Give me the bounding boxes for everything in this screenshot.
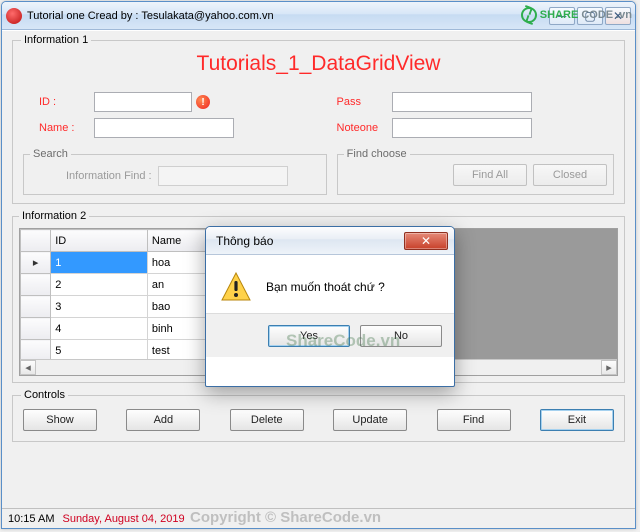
search-group: Search Information Find : (23, 148, 327, 195)
window-title: Tutorial one Cread by : Tesulakata@yahoo… (27, 10, 549, 22)
confirm-dialog: Thông báo ✕ Bạn muốn thoát chứ ? Yes No (205, 226, 455, 387)
row-indicator-icon: ▸ (21, 252, 51, 274)
info-find-input (158, 166, 288, 186)
dialog-title: Thông báo (216, 234, 404, 248)
find-button[interactable]: Find (437, 409, 511, 431)
col-header-id[interactable]: ID (51, 230, 148, 252)
warning-icon (220, 271, 252, 303)
status-date: Sunday, August 04, 2019 (62, 513, 184, 525)
info-find-label: Information Find : (66, 170, 152, 182)
page-headline: Tutorials_1_DataGridView (21, 52, 616, 76)
dialog-titlebar[interactable]: Thông báo ✕ (206, 227, 454, 255)
name-input[interactable] (94, 118, 234, 138)
information-2-legend: Information 2 (19, 210, 89, 222)
controls-group: Controls Show Add Delete Update Find Exi… (12, 389, 625, 442)
cell-id[interactable]: 2 (51, 274, 148, 296)
pass-label: Pass (337, 96, 392, 108)
exit-button[interactable]: Exit (540, 409, 614, 431)
recycle-icon (521, 7, 537, 23)
delete-button[interactable]: Delete (230, 409, 304, 431)
information-1-legend: Information 1 (21, 34, 91, 46)
add-button[interactable]: Add (126, 409, 200, 431)
cell-id[interactable]: 4 (51, 318, 148, 340)
pass-input[interactable] (392, 92, 532, 112)
scroll-left-button[interactable]: ◂ (20, 360, 36, 375)
show-button[interactable]: Show (23, 409, 97, 431)
id-input[interactable] (94, 92, 192, 112)
noteone-label: Noteone (337, 122, 392, 134)
find-choose-legend: Find choose (344, 148, 410, 160)
dialog-no-button[interactable]: No (360, 325, 442, 347)
search-legend: Search (30, 148, 71, 160)
noteone-input[interactable] (392, 118, 532, 138)
id-label: ID : (39, 96, 94, 108)
update-button[interactable]: Update (333, 409, 407, 431)
information-1-group: Information 1 Tutorials_1_DataGridView I… (12, 34, 625, 204)
grid-corner (21, 230, 51, 252)
dialog-close-button[interactable]: ✕ (404, 232, 448, 250)
status-time: 10:15 AM (8, 513, 54, 525)
cell-id[interactable]: 3 (51, 296, 148, 318)
scroll-right-button[interactable]: ▸ (601, 360, 617, 375)
grid-empty-area (440, 229, 617, 375)
closed-button: Closed (533, 164, 607, 186)
name-label: Name : (39, 122, 94, 134)
app-icon (6, 8, 22, 24)
cell-id[interactable]: 1 (51, 252, 148, 274)
watermark-logo: SHARECODE.vn (521, 7, 632, 23)
controls-legend: Controls (21, 389, 68, 401)
find-choose-group: Find choose Find All Closed (337, 148, 614, 195)
dialog-message: Bạn muốn thoát chứ ? (266, 280, 385, 294)
status-bar: 10:15 AM Sunday, August 04, 2019 (2, 508, 635, 528)
dialog-yes-button[interactable]: Yes (268, 325, 350, 347)
find-all-button: Find All (453, 164, 527, 186)
error-icon: ! (196, 95, 210, 109)
